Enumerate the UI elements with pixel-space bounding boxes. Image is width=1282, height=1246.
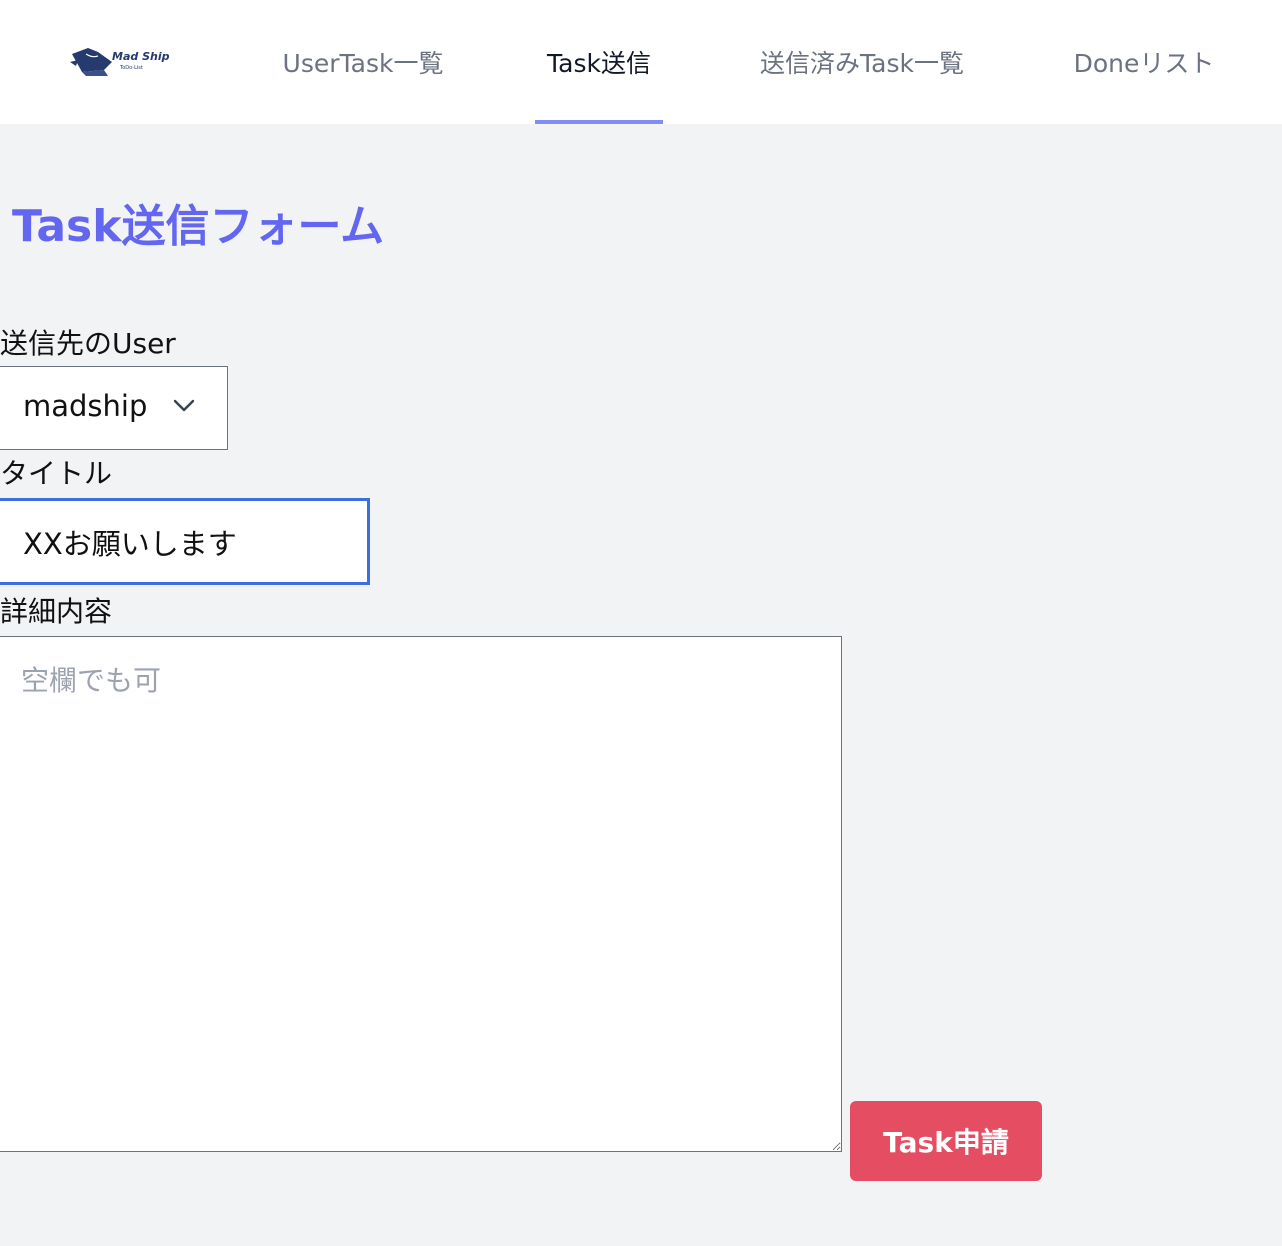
ship-logo-icon: [70, 48, 112, 76]
logo-tagline: ToDo-List: [120, 65, 143, 71]
user-select-value: madship: [23, 389, 148, 423]
title-input[interactable]: [0, 498, 370, 585]
nav-item-label: UserTask一覧: [282, 49, 444, 78]
nav-item-sent-task-list[interactable]: 送信済みTask一覧: [742, 0, 982, 124]
user-field-label: 送信先のUser: [0, 327, 176, 360]
detail-textarea[interactable]: [0, 636, 842, 1152]
nav-item-task-send[interactable]: Task送信: [535, 0, 663, 124]
nav-item-done-list[interactable]: Doneリスト: [1062, 0, 1226, 124]
title-field-label: タイトル: [0, 457, 113, 490]
chevron-down-icon: [173, 399, 195, 412]
detail-field-label: 詳細内容: [0, 595, 113, 628]
nav-item-label: Doneリスト: [1073, 49, 1215, 78]
nav-item-usertask-list[interactable]: UserTask一覧: [270, 0, 456, 124]
user-select[interactable]: madship: [0, 366, 228, 450]
top-navbar: Mad Ship ToDo-List UserTask一覧 Task送信 送信済…: [0, 0, 1282, 124]
logo-wordmark: Mad Ship: [112, 50, 170, 63]
page-title: Task送信フォーム: [12, 201, 385, 252]
nav-item-label: Task送信: [547, 49, 651, 78]
nav-item-label: 送信済みTask一覧: [760, 49, 964, 78]
logo[interactable]: Mad Ship ToDo-List: [60, 38, 190, 86]
submit-task-button[interactable]: Task申請: [850, 1101, 1042, 1181]
